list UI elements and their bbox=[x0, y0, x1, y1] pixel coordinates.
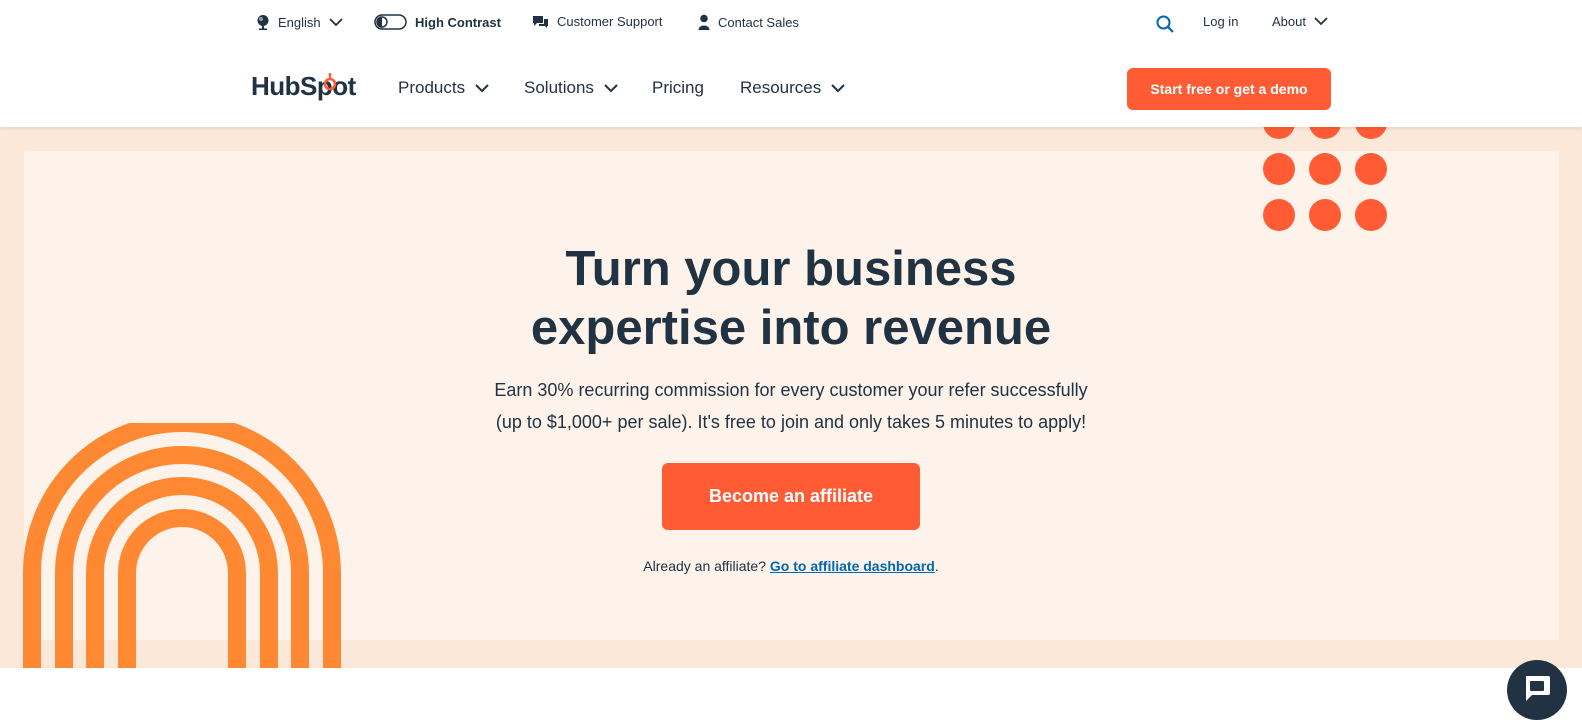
customer-support-label: Customer Support bbox=[557, 14, 663, 29]
nav-pricing-label: Pricing bbox=[652, 78, 704, 97]
nav-solutions[interactable]: Solutions bbox=[524, 78, 618, 98]
hero-subtitle: Earn 30% recurring commission for every … bbox=[0, 374, 1582, 438]
login-label: Log in bbox=[1203, 14, 1239, 29]
become-affiliate-button[interactable]: Become an affiliate bbox=[662, 463, 920, 530]
become-affiliate-label: Become an affiliate bbox=[708, 486, 874, 506]
language-label: English bbox=[278, 14, 321, 30]
chevron-down-icon bbox=[475, 78, 489, 98]
utility-bar: English High Contrast Customer Support C… bbox=[0, 0, 1582, 48]
chevron-down-icon bbox=[604, 78, 618, 98]
search-icon bbox=[1156, 15, 1174, 33]
about-menu[interactable]: About bbox=[1272, 14, 1328, 29]
nav-resources-label: Resources bbox=[740, 78, 822, 97]
search-button[interactable] bbox=[1156, 15, 1174, 33]
login-link[interactable]: Log in bbox=[1203, 14, 1238, 29]
hero-headline: Turn your business expertise into revenu… bbox=[0, 240, 1582, 358]
nav-solutions-label: Solutions bbox=[524, 78, 594, 97]
chat-bubbles-icon bbox=[532, 15, 549, 29]
start-free-demo-button[interactable]: Start free or get a demo bbox=[1127, 68, 1331, 110]
high-contrast-label: High Contrast bbox=[415, 14, 501, 30]
hero-subtitle-line-2: (up to $1,000+ per sale). It's free to j… bbox=[495, 412, 1087, 432]
arch-decoration bbox=[23, 423, 341, 668]
chevron-down-icon bbox=[329, 17, 343, 27]
chevron-down-icon bbox=[1314, 17, 1328, 26]
chevron-down-icon bbox=[831, 78, 845, 98]
customer-support-link[interactable]: Customer Support bbox=[532, 14, 663, 29]
nav-products-label: Products bbox=[398, 78, 466, 97]
affiliate-login-prompt: Already an affiliate? Go to affiliate da… bbox=[0, 558, 1582, 574]
main-navigation: HubSpot Products Solutions Pricing Resou… bbox=[0, 48, 1582, 127]
already-affiliate-text: Already an affiliate? bbox=[643, 558, 767, 574]
high-contrast-toggle[interactable]: High Contrast bbox=[374, 14, 501, 30]
start-free-demo-label: Start free or get a demo bbox=[1150, 81, 1308, 97]
contact-sales-label: Contact Sales bbox=[718, 14, 799, 30]
about-label: About bbox=[1272, 14, 1306, 29]
person-icon bbox=[698, 14, 710, 30]
globe-icon bbox=[256, 14, 270, 30]
nav-resources[interactable]: Resources bbox=[740, 78, 845, 98]
chat-widget-button[interactable] bbox=[1507, 660, 1567, 720]
hubspot-logo[interactable]: HubSpot bbox=[251, 71, 356, 102]
language-selector[interactable]: English bbox=[256, 14, 343, 30]
affiliate-dashboard-link[interactable]: Go to affiliate dashboard bbox=[770, 558, 935, 574]
logo-wordmark: HubSpot bbox=[251, 71, 356, 101]
nav-products[interactable]: Products bbox=[398, 78, 489, 98]
hero-subtitle-line-1: Earn 30% recurring commission for every … bbox=[494, 380, 1088, 400]
sprocket-icon bbox=[323, 73, 337, 91]
contact-sales-link[interactable]: Contact Sales bbox=[698, 14, 799, 30]
period-text: . bbox=[934, 558, 939, 574]
toggle-icon bbox=[374, 14, 407, 30]
hero-headline-line-2: expertise into revenue bbox=[530, 301, 1052, 355]
nav-pricing[interactable]: Pricing bbox=[652, 78, 704, 98]
hero-headline-line-1: Turn your business bbox=[565, 242, 1017, 296]
chat-icon bbox=[1522, 673, 1552, 708]
